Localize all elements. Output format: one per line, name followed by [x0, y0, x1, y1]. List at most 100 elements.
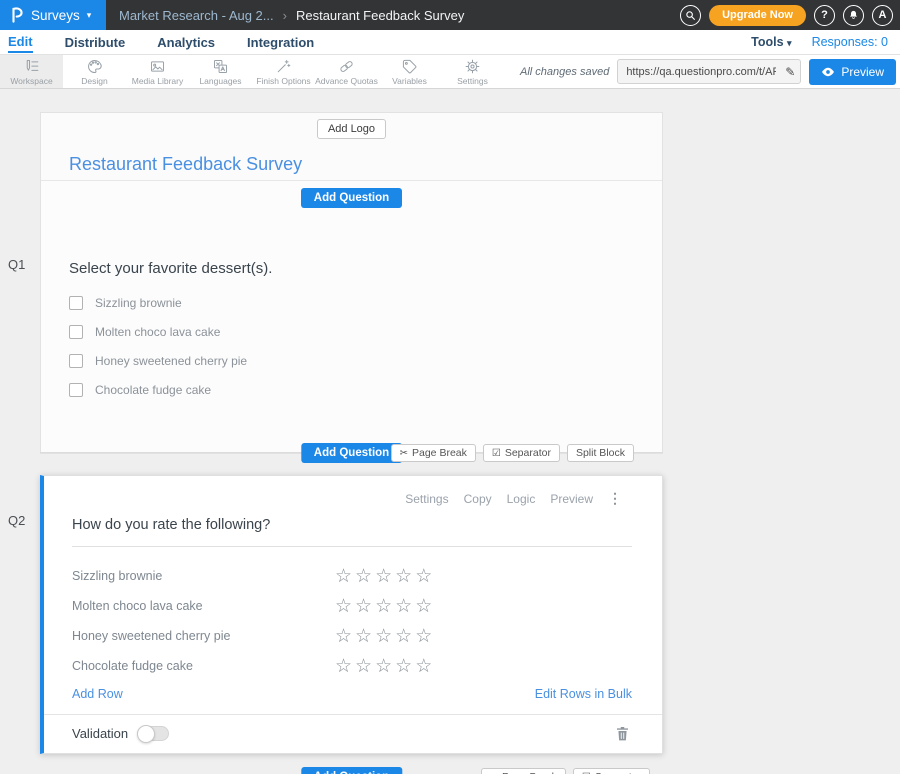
star-icon: ☆: [415, 656, 435, 677]
upgrade-now-button[interactable]: Upgrade Now: [709, 5, 806, 26]
page-break-button[interactable]: ✂Page Break: [391, 444, 476, 462]
preview-button[interactable]: Preview: [809, 59, 896, 85]
responses-count[interactable]: Responses: 0: [812, 35, 888, 49]
breadcrumb-folder[interactable]: Market Research - Aug 2...: [119, 8, 274, 23]
scissors-icon: ✂: [400, 448, 408, 459]
survey-canvas: Q1 Q2 Add Logo Restaurant Feedback Surve…: [0, 89, 900, 774]
tag-icon: [401, 58, 418, 75]
block-junction-1: Add Question ✂Page Break ☑Separator Spli…: [40, 441, 663, 465]
tab-distribute[interactable]: Distribute: [65, 32, 126, 52]
toolbar-settings[interactable]: Settings: [441, 55, 504, 88]
questionpro-logo-icon: [10, 6, 24, 24]
workspace-icon: [23, 58, 40, 75]
avatar[interactable]: A: [872, 5, 893, 26]
rating-row: Chocolate fudge cake ☆☆☆☆☆: [72, 651, 632, 681]
star-icon: ☆: [335, 656, 355, 677]
toggle-knob: [137, 725, 155, 743]
question-q1[interactable]: Select your favorite dessert(s). Sizzlin…: [41, 208, 662, 453]
q2-preview-link[interactable]: Preview: [550, 492, 593, 506]
edit-url-icon[interactable]: ✎: [785, 65, 795, 79]
star-icon: ☆: [355, 656, 375, 677]
q2-action-menu: Settings Copy Logic Preview ⋮: [44, 476, 662, 507]
add-question-button[interactable]: Add Question: [301, 443, 402, 463]
separator-button[interactable]: ☑Separator: [573, 768, 650, 774]
star-icon: ☆: [355, 626, 375, 647]
tab-edit[interactable]: Edit: [8, 31, 33, 53]
product-switcher[interactable]: Surveys ▾: [0, 0, 106, 30]
survey-title[interactable]: Restaurant Feedback Survey: [69, 154, 662, 175]
q2-row-links: Add Row Edit Rows in Bulk: [72, 687, 632, 701]
star-icon: ☆: [415, 626, 435, 647]
toolbar-finish-options[interactable]: Finish Options: [252, 55, 315, 88]
validation-toggle[interactable]: [137, 726, 169, 741]
question-number-q1: Q1: [8, 257, 25, 272]
add-logo-button[interactable]: Add Logo: [317, 119, 386, 139]
checkbox[interactable]: [69, 296, 83, 310]
image-icon: [149, 58, 166, 75]
separator-icon: ☑: [492, 448, 501, 459]
survey-header: Add Logo Restaurant Feedback Survey: [41, 113, 662, 181]
q2-question-text[interactable]: How do you rate the following?: [72, 517, 632, 547]
toolbar-variables[interactable]: Variables: [378, 55, 441, 88]
toolbar-design[interactable]: Design: [63, 55, 126, 88]
survey-url-field: ✎: [617, 59, 801, 84]
tab-analytics[interactable]: Analytics: [157, 32, 215, 52]
q1-option-row[interactable]: Sizzling brownie: [69, 295, 634, 310]
question-q2-card[interactable]: Settings Copy Logic Preview ⋮ How do you…: [40, 475, 663, 754]
toolbar-media-library[interactable]: Media Library: [126, 55, 189, 88]
page-break-button[interactable]: ✂Page Break: [481, 768, 566, 774]
tools-menu[interactable]: Tools ▾: [751, 35, 791, 49]
top-actions: Upgrade Now ? A: [680, 5, 900, 26]
checkbox[interactable]: [69, 383, 83, 397]
q1-option-row[interactable]: Chocolate fudge cake: [69, 382, 634, 397]
q1-option-row[interactable]: Honey sweetened cherry pie: [69, 353, 634, 368]
eye-icon: [821, 67, 835, 77]
checkbox[interactable]: [69, 354, 83, 368]
add-row-link[interactable]: Add Row: [72, 687, 123, 701]
search-button[interactable]: [680, 5, 701, 26]
star-rating[interactable]: ☆☆☆☆☆: [335, 627, 435, 646]
q2-logic-link[interactable]: Logic: [507, 492, 536, 506]
help-button[interactable]: ?: [814, 5, 835, 26]
rating-row: Honey sweetened cherry pie ☆☆☆☆☆: [72, 621, 632, 651]
add-question-button[interactable]: Add Question: [301, 767, 402, 774]
q1-question-text[interactable]: Select your favorite dessert(s).: [69, 260, 634, 277]
star-icon: ☆: [355, 596, 375, 617]
junction-buttons: ✂Page Break ☑Separator Split Block: [391, 444, 634, 462]
tab-integration[interactable]: Integration: [247, 32, 314, 52]
top-bar: Surveys ▾ Market Research - Aug 2... › R…: [0, 0, 900, 30]
rating-row: Sizzling brownie ☆☆☆☆☆: [72, 561, 632, 591]
q1-options: Sizzling brownie Molten choco lava cake …: [69, 295, 634, 397]
palette-icon: [86, 58, 103, 75]
q2-settings-link[interactable]: Settings: [405, 492, 448, 506]
delete-question-button[interactable]: [615, 725, 630, 742]
q2-copy-link[interactable]: Copy: [464, 492, 492, 506]
star-icon: ☆: [415, 566, 435, 587]
search-icon: [685, 10, 696, 21]
edit-rows-in-bulk-link[interactable]: Edit Rows in Bulk: [535, 687, 632, 701]
add-question-button[interactable]: Add Question: [301, 188, 402, 208]
bell-icon: [848, 9, 859, 21]
q2-rating-rows: Sizzling brownie ☆☆☆☆☆ Molten choco lava…: [72, 561, 632, 681]
gear-icon: [464, 58, 481, 75]
toolbar-workspace[interactable]: Workspace: [0, 55, 63, 88]
block-junction-2: Add Question ✂Page Break ☑Separator: [40, 765, 663, 774]
toolbar-languages[interactable]: Languages: [189, 55, 252, 88]
star-icon: ☆: [375, 596, 395, 617]
more-options-icon[interactable]: ⋮: [608, 490, 622, 507]
separator-button[interactable]: ☑Separator: [483, 444, 560, 462]
toolbar-advance-quotas[interactable]: Advance Quotas: [315, 55, 378, 88]
survey-url-input[interactable]: [617, 59, 801, 84]
star-rating[interactable]: ☆☆☆☆☆: [335, 567, 435, 586]
questionpro-survey-editor: Surveys ▾ Market Research - Aug 2... › R…: [0, 0, 900, 774]
q1-option-row[interactable]: Molten choco lava cake: [69, 324, 634, 339]
star-rating[interactable]: ☆☆☆☆☆: [335, 597, 435, 616]
add-question-strip: Add Question: [41, 181, 662, 208]
checkbox[interactable]: [69, 325, 83, 339]
toolbar-right: All changes saved ✎ Preview: [520, 55, 900, 88]
notifications-button[interactable]: [843, 5, 864, 26]
split-block-button[interactable]: Split Block: [567, 444, 634, 462]
star-rating[interactable]: ☆☆☆☆☆: [335, 657, 435, 676]
save-status: All changes saved: [520, 66, 609, 78]
junction-buttons: ✂Page Break ☑Separator: [481, 768, 650, 774]
